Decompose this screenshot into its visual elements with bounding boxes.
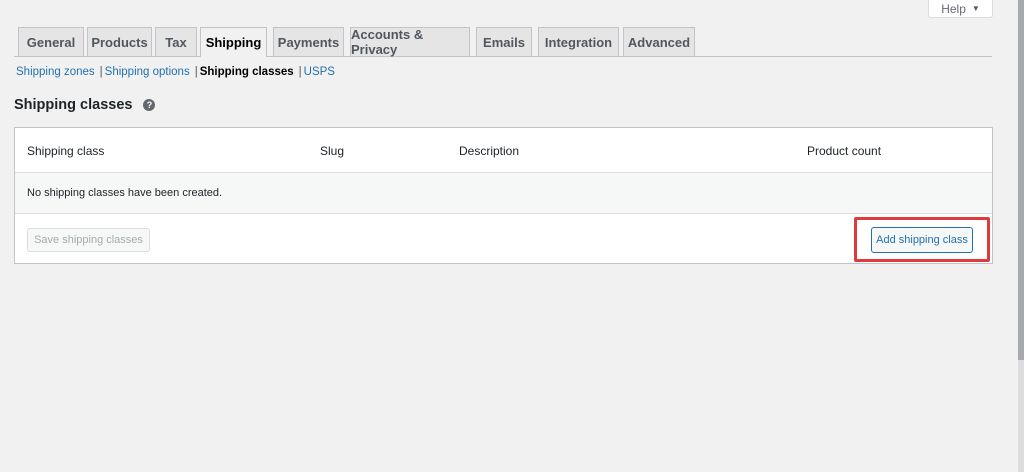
tab-payments[interactable]: Payments xyxy=(273,27,344,56)
tab-accounts-privacy[interactable]: Accounts & Privacy xyxy=(350,27,470,57)
subnav-shipping-options[interactable]: Shipping options xyxy=(105,66,190,78)
empty-message: No shipping classes have been created. xyxy=(27,187,223,199)
subnav-shipping-classes-current: Shipping classes xyxy=(199,66,294,78)
subnav-separator: | xyxy=(298,66,302,78)
subnav-usps[interactable]: USPS xyxy=(304,66,335,78)
tab-tax[interactable]: Tax xyxy=(155,27,197,56)
page-title: Shipping classes ? xyxy=(14,97,156,113)
subnav-separator: | xyxy=(194,66,198,78)
subnav-shipping-zones[interactable]: Shipping zones xyxy=(16,66,95,78)
tab-products[interactable]: Products xyxy=(87,27,152,56)
save-shipping-classes-button[interactable]: Save shipping classes xyxy=(27,228,150,252)
caret-down-icon: ▼ xyxy=(971,4,980,13)
tab-advanced[interactable]: Advanced xyxy=(623,27,695,56)
column-header-product-count: Product count xyxy=(807,144,882,158)
column-header-slug: Slug xyxy=(320,144,345,158)
subnav-separator: | xyxy=(99,66,103,78)
help-question-icon[interactable]: ? xyxy=(143,99,156,111)
tab-general[interactable]: General xyxy=(18,27,84,56)
shipping-subnav: Shipping zones | Shipping options | Shipping… xyxy=(16,66,335,78)
column-header-shipping-class: Shipping class xyxy=(27,144,105,158)
table-empty-row: No shipping classes have been created. xyxy=(15,173,992,214)
tab-integration[interactable]: Integration xyxy=(538,27,619,56)
scrollbar-track[interactable] xyxy=(1018,0,1024,472)
tab-emails[interactable]: Emails xyxy=(476,27,532,56)
shipping-classes-table: Shipping class Slug Description Product … xyxy=(14,127,993,264)
scrollbar-thumb[interactable] xyxy=(1018,0,1024,360)
column-header-description: Description xyxy=(459,144,520,158)
page-title-text: Shipping classes xyxy=(14,97,133,113)
settings-tabs: General Products Tax Shipping Payments A… xyxy=(14,27,992,57)
table-footer: Save shipping classes Add shipping class xyxy=(15,214,992,264)
settings-page: Help ▼ General Products Tax Shipping Pay… xyxy=(0,0,1024,472)
tab-shipping[interactable]: Shipping xyxy=(200,27,267,57)
help-tab-label: Help xyxy=(941,1,966,16)
highlight-box xyxy=(854,217,990,262)
table-header: Shipping class Slug Description Product … xyxy=(15,128,992,173)
help-tab-button[interactable]: Help ▼ xyxy=(928,0,993,18)
